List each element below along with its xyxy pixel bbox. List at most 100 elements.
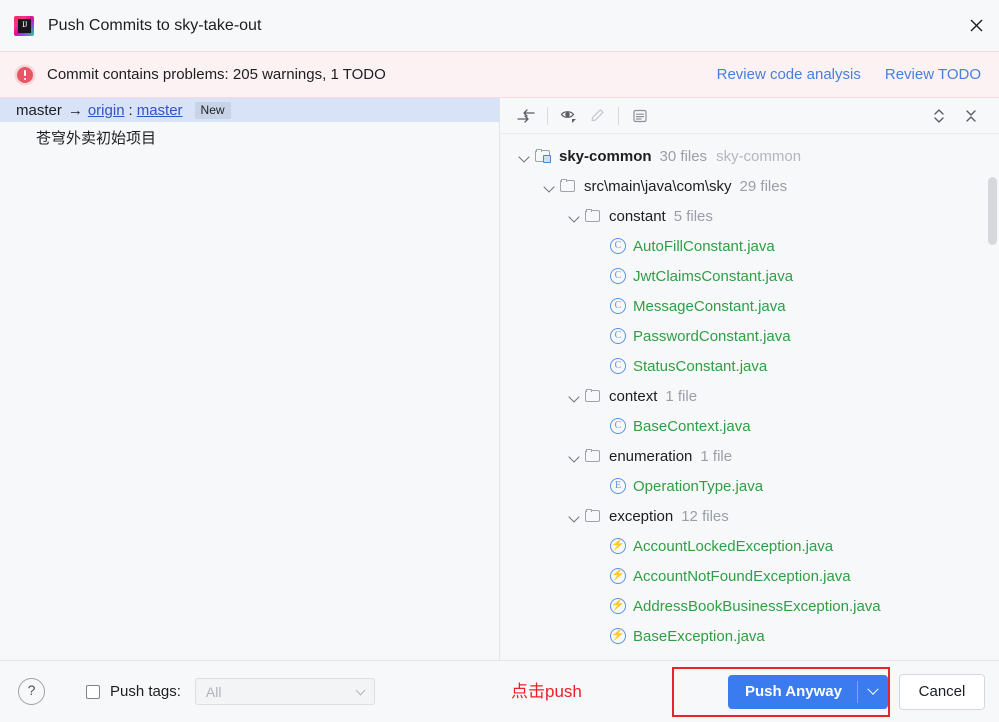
tree-file-name: PasswordConstant.java xyxy=(633,327,791,345)
module-folder-icon xyxy=(535,149,552,163)
dialog-titlebar: IJ Push Commits to sky-take-out xyxy=(0,0,999,51)
push-tags-checkbox[interactable] xyxy=(86,684,100,699)
java-class-icon: C xyxy=(610,238,626,254)
expand-all-icon[interactable] xyxy=(925,103,953,129)
tree-file-count: 12 files xyxy=(681,507,729,525)
local-branch-label: master xyxy=(16,101,62,119)
tree-folder-row[interactable]: sky-common 30 files sky-common xyxy=(500,141,999,171)
show-diff-icon[interactable] xyxy=(512,103,540,129)
push-tags-label[interactable]: Push tags: xyxy=(110,683,181,700)
tree-file-count: 1 file xyxy=(700,447,733,465)
chevron-down-icon[interactable] xyxy=(568,210,581,223)
new-branch-badge: New xyxy=(194,101,231,119)
commits-panel: master → origin : master New 苍穹外卖初始项目 xyxy=(0,98,500,660)
tree-file-row[interactable]: C MessageConstant.java xyxy=(500,291,999,321)
chevron-down-icon xyxy=(357,687,366,696)
folder-icon xyxy=(585,389,602,403)
tree-file-name: AddressBookBusinessException.java xyxy=(633,597,881,615)
tree-file-row[interactable]: ⚡ BaseException.java xyxy=(500,621,999,651)
tree-folder-row[interactable]: constant 5 files xyxy=(500,201,999,231)
java-exception-icon: ⚡ xyxy=(610,628,626,644)
tree-folder-name: context xyxy=(609,387,658,405)
banner-links: Review code analysis Review TODO xyxy=(717,66,981,83)
tree-file-name: BaseContext.java xyxy=(633,417,751,435)
chevron-down-icon[interactable] xyxy=(568,450,581,463)
folder-icon xyxy=(585,209,602,223)
tree-folder-row[interactable]: context 1 file xyxy=(500,381,999,411)
preview-eye-icon[interactable] xyxy=(555,103,583,129)
branch-row[interactable]: master → origin : master New xyxy=(0,98,499,122)
java-exception-icon: ⚡ xyxy=(610,538,626,554)
tree-file-count: 30 files xyxy=(659,147,708,165)
tree-file-count: 5 files xyxy=(673,207,713,225)
toolbar-divider xyxy=(547,106,548,125)
tree-file-row[interactable]: C StatusConstant.java xyxy=(500,351,999,381)
branch-arrow-icon: → xyxy=(67,101,83,119)
java-exception-icon: ⚡ xyxy=(610,568,626,584)
chevron-down-icon[interactable] xyxy=(543,180,556,193)
remote-branch-link[interactable]: master xyxy=(137,102,183,119)
java-class-icon: C xyxy=(610,328,626,344)
tree-folder-row[interactable]: enumeration 1 file xyxy=(500,441,999,471)
tree-file-row[interactable]: ⚡ AccountNotFoundException.java xyxy=(500,561,999,591)
java-class-icon: C xyxy=(610,268,626,284)
java-exception-icon: ⚡ xyxy=(610,598,626,614)
review-todo-link[interactable]: Review TODO xyxy=(885,66,981,83)
module-badge-icon xyxy=(543,155,551,163)
java-class-icon: C xyxy=(610,418,626,434)
push-anyway-button[interactable]: Push Anyway xyxy=(728,674,888,709)
footer-buttons: Push Anyway Cancel xyxy=(728,673,985,710)
tree-folder-row[interactable]: exception 12 files xyxy=(500,501,999,531)
commit-message[interactable]: 苍穹外卖初始项目 xyxy=(0,122,499,148)
help-button[interactable]: ? xyxy=(18,678,45,705)
tree-file-row[interactable]: ⚡ AddressBookBusinessException.java xyxy=(500,591,999,621)
error-circle-icon xyxy=(17,66,33,83)
tree-file-count: 29 files xyxy=(739,177,788,195)
tree-scrollbar[interactable] xyxy=(988,177,997,660)
changed-files-tree[interactable]: sky-common 30 files sky-common src\main\jav… xyxy=(500,134,999,660)
push-tags-select[interactable]: All xyxy=(194,678,375,705)
group-by-icon[interactable] xyxy=(626,103,654,129)
push-commits-dialog: IJ Push Commits to sky-take-out Commit c… xyxy=(0,0,999,722)
folder-icon xyxy=(585,509,602,523)
tree-folder-name: constant xyxy=(609,207,666,225)
tree-scrollbar-thumb[interactable] xyxy=(988,177,997,245)
java-enum-icon: E xyxy=(610,478,626,494)
folder-icon xyxy=(585,449,602,463)
tree-file-row[interactable]: C JwtClaimsConstant.java xyxy=(500,261,999,291)
intellij-idea-icon: IJ xyxy=(14,15,34,36)
chevron-down-icon[interactable] xyxy=(568,510,581,523)
dialog-body: master → origin : master New 苍穹外卖初始项目 sk… xyxy=(0,98,999,660)
tree-module-location: sky-common xyxy=(716,147,802,165)
tree-file-row[interactable]: C AutoFillConstant.java xyxy=(500,231,999,261)
close-icon[interactable] xyxy=(953,1,999,51)
changed-files-panel: sky-common 30 files sky-common src\main\jav… xyxy=(500,98,999,660)
tree-file-name: AccountNotFoundException.java xyxy=(633,567,851,585)
remote-name-link[interactable]: origin xyxy=(88,102,125,119)
tree-toolbar-right xyxy=(925,103,985,129)
toolbar-divider-2 xyxy=(618,106,619,125)
tree-folder-name: enumeration xyxy=(609,447,693,465)
review-code-analysis-link[interactable]: Review code analysis xyxy=(717,66,861,83)
tree-file-count: 1 file xyxy=(665,387,698,405)
push-anyway-label: Push Anyway xyxy=(745,683,842,700)
tree-file-row[interactable]: E OperationType.java xyxy=(500,471,999,501)
collapse-all-icon[interactable] xyxy=(957,103,985,129)
tree-file-name: MessageConstant.java xyxy=(633,297,786,315)
tree-file-row[interactable]: ⚡ AccountLockedException.java xyxy=(500,531,999,561)
tree-file-name: JwtClaimsConstant.java xyxy=(633,267,794,285)
chevron-down-icon[interactable] xyxy=(518,150,531,163)
tree-file-name: StatusConstant.java xyxy=(633,357,768,375)
tree-file-row[interactable]: C BaseContext.java xyxy=(500,411,999,441)
push-options-chevron-down-icon[interactable] xyxy=(858,683,888,696)
problems-banner: Commit contains problems: 205 warnings, … xyxy=(0,51,999,98)
java-class-icon: C xyxy=(610,358,626,374)
branch-separator: : xyxy=(128,101,133,119)
tree-file-row[interactable]: C PasswordConstant.java xyxy=(500,321,999,351)
push-tags-group: Push tags: All xyxy=(86,678,375,705)
tree-folder-name: src\main\java\com\sky xyxy=(584,177,732,195)
tree-folder-row[interactable]: src\main\java\com\sky 29 files xyxy=(500,171,999,201)
push-annotation: 点击push xyxy=(511,682,582,701)
cancel-button[interactable]: Cancel xyxy=(899,673,985,710)
chevron-down-icon[interactable] xyxy=(568,390,581,403)
